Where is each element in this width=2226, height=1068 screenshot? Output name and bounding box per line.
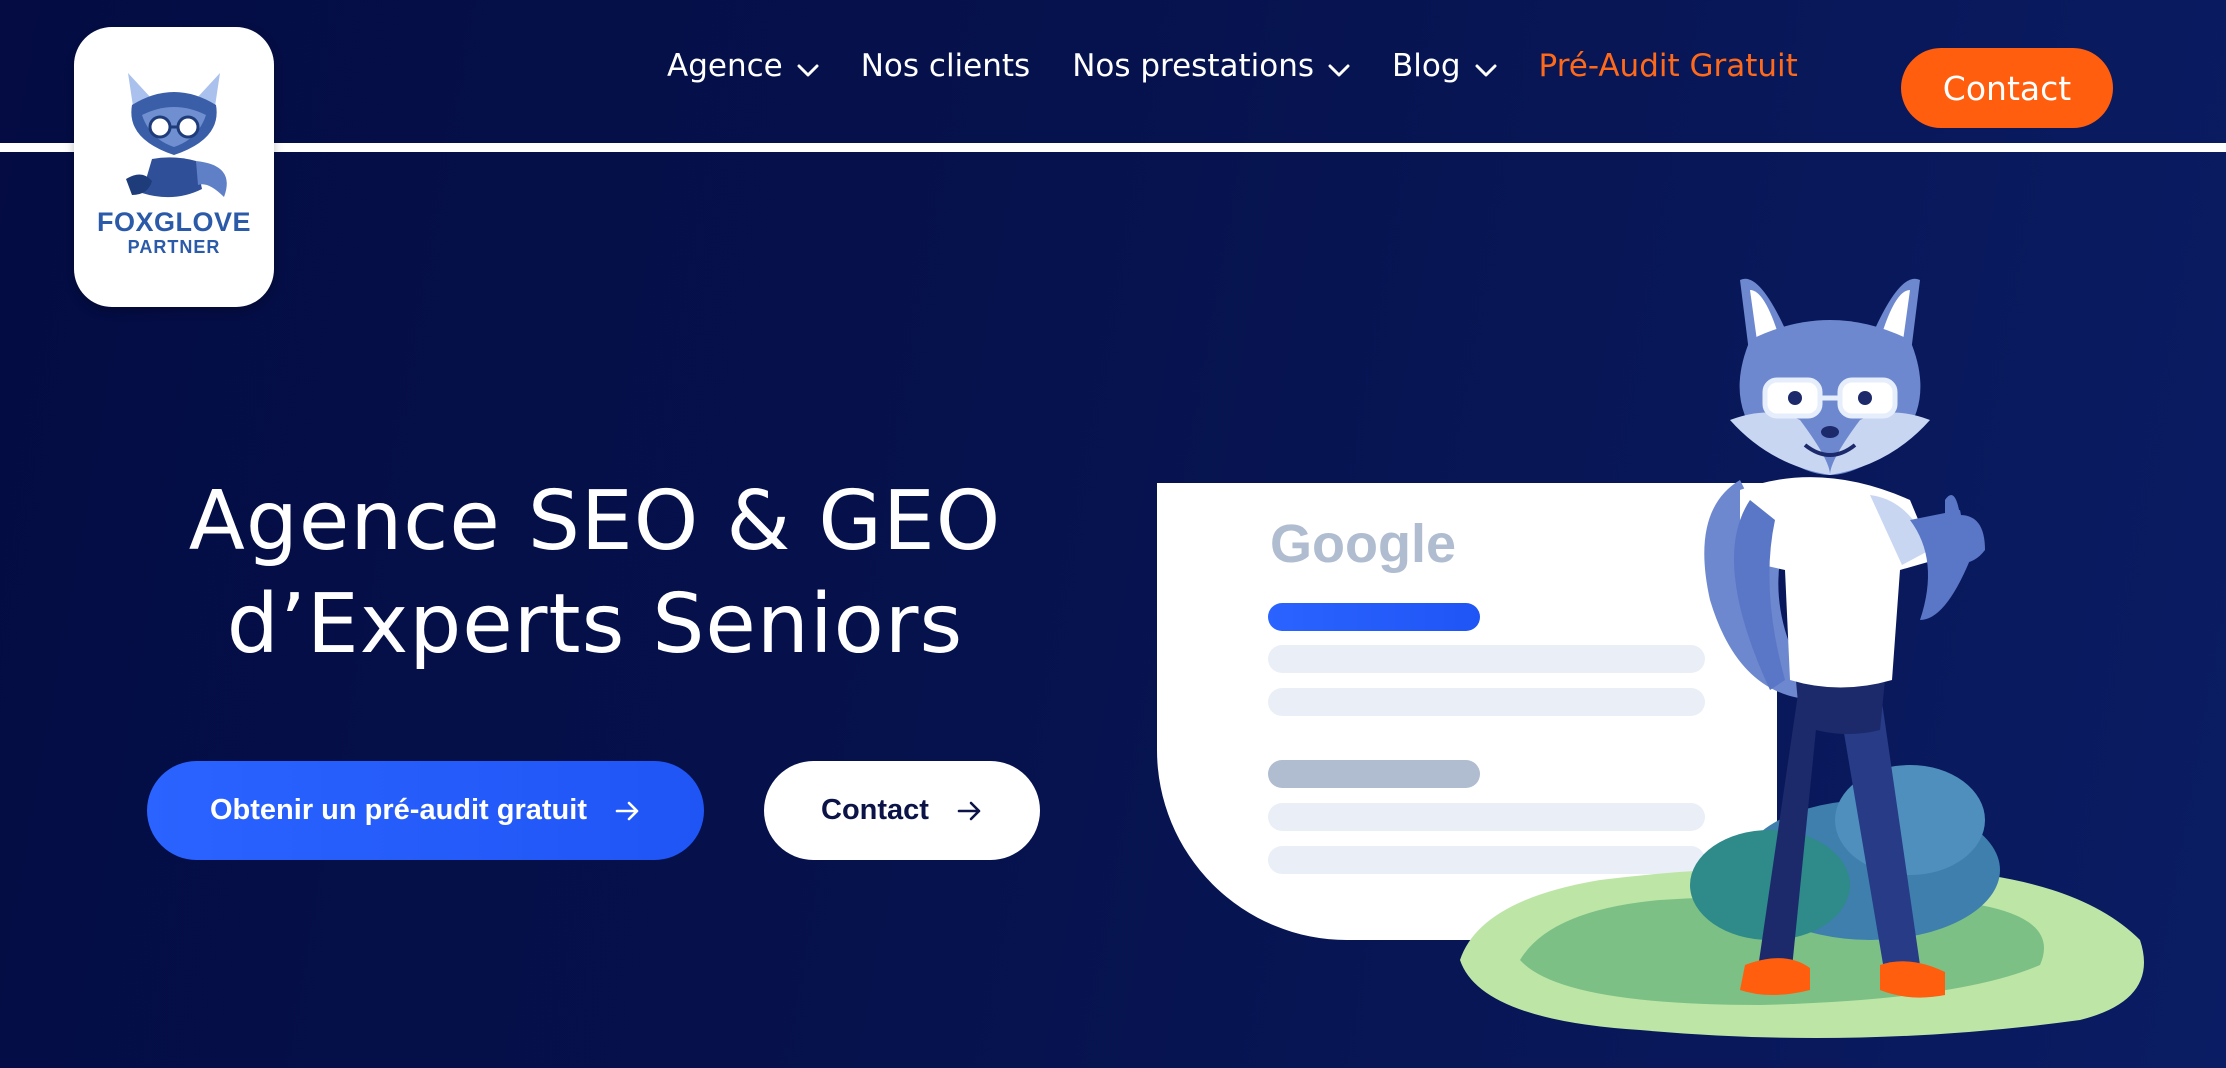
logo[interactable]: FOXGLOVE PARTNER bbox=[74, 27, 274, 307]
pre-audit-button-label: Obtenir un pré-audit gratuit bbox=[210, 794, 587, 826]
hero-contact-button-label: Contact bbox=[821, 794, 929, 826]
fox-logo-icon bbox=[126, 73, 227, 198]
nav-item-label: Nos prestations bbox=[1072, 48, 1315, 84]
nav-item-agence[interactable]: Agence bbox=[667, 46, 819, 86]
nav-item-pre-audit[interactable]: Pré-Audit Gratuit bbox=[1539, 48, 1798, 84]
nav-item-label: Pré-Audit Gratuit bbox=[1538, 48, 1798, 84]
nav-item-label: Blog bbox=[1392, 48, 1461, 84]
arrow-right-icon bbox=[615, 800, 641, 822]
hero-contact-button[interactable]: Contact bbox=[764, 761, 1040, 860]
logo-subtitle: PARTNER bbox=[127, 237, 221, 257]
arrow-right-icon bbox=[957, 800, 983, 822]
google-logo: Google bbox=[1270, 514, 1456, 574]
pre-audit-button[interactable]: Obtenir un pré-audit gratuit bbox=[147, 761, 704, 860]
hero-title-line2: d’Experts Seniors bbox=[226, 577, 964, 672]
hero-title: Agence SEO & GEO d’Experts Seniors bbox=[140, 470, 1050, 676]
contact-button[interactable]: Contact bbox=[1901, 48, 2113, 128]
chevron-down-icon bbox=[1475, 50, 1497, 86]
hero-title-line1: Agence SEO & GEO bbox=[188, 474, 1002, 569]
logo-name: FOXGLOVE bbox=[96, 207, 252, 237]
fox-mascot-illustration bbox=[1460, 278, 2144, 1038]
main-nav: Agence Nos clients Nos prestations Blog … bbox=[667, 40, 1798, 92]
nav-item-label: Agence bbox=[667, 48, 783, 84]
nav-item-nos-prestations[interactable]: Nos prestations bbox=[1072, 46, 1350, 86]
header-divider bbox=[0, 143, 2226, 152]
nav-item-nos-clients[interactable]: Nos clients bbox=[861, 48, 1030, 84]
chevron-down-icon bbox=[1328, 50, 1350, 86]
chevron-down-icon bbox=[797, 50, 819, 86]
site-header: Agence Nos clients Nos prestations Blog … bbox=[0, 0, 2226, 152]
nav-item-blog[interactable]: Blog bbox=[1392, 46, 1497, 86]
nav-item-label: Nos clients bbox=[860, 48, 1031, 84]
